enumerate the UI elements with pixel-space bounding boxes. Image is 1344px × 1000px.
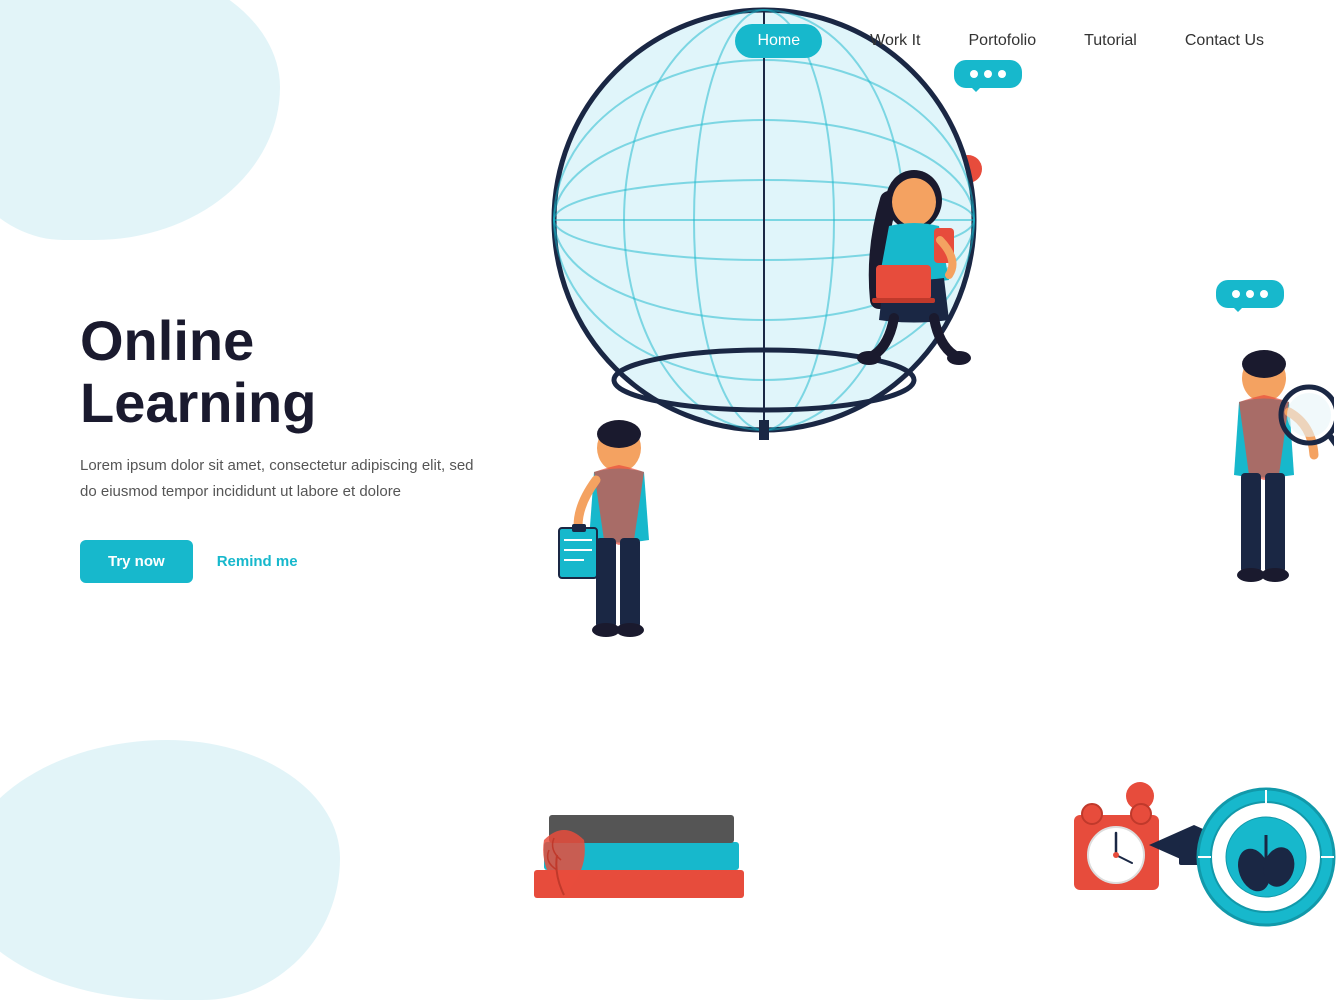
illustration-area [524, 0, 1344, 980]
protractor [1194, 785, 1339, 930]
hero-title: Online Learning [80, 310, 480, 433]
remind-me-button[interactable]: Remind me [217, 553, 298, 570]
hero-section: Online Learning Lorem ipsum dolor sit am… [80, 310, 480, 583]
person-left [554, 420, 684, 690]
nav-item-workit[interactable]: Work It [870, 32, 920, 50]
leaf-decoration [529, 820, 599, 900]
hero-description: Lorem ipsum dolor sit amet, consectetur … [80, 453, 480, 504]
navigation: Home Work It Portofolio Tutorial Contact… [0, 0, 1344, 82]
chat-dot [1260, 290, 1268, 298]
person-right [1194, 350, 1334, 640]
nav-item-portfolio[interactable]: Portofolio [969, 32, 1037, 50]
clock [1074, 800, 1159, 895]
person-sitting [834, 170, 994, 390]
nav-item-contact[interactable]: Contact Us [1185, 32, 1264, 50]
chat-dot [1246, 290, 1254, 298]
chat-bubble-3 [1216, 280, 1284, 308]
try-now-button[interactable]: Try now [80, 540, 193, 583]
bg-blob-bottom-left [0, 740, 340, 1000]
nav-item-home[interactable]: Home [735, 24, 822, 58]
chat-dot [1232, 290, 1240, 298]
cta-buttons: Try now Remind me [80, 540, 480, 583]
nav-item-tutorial[interactable]: Tutorial [1084, 32, 1137, 50]
